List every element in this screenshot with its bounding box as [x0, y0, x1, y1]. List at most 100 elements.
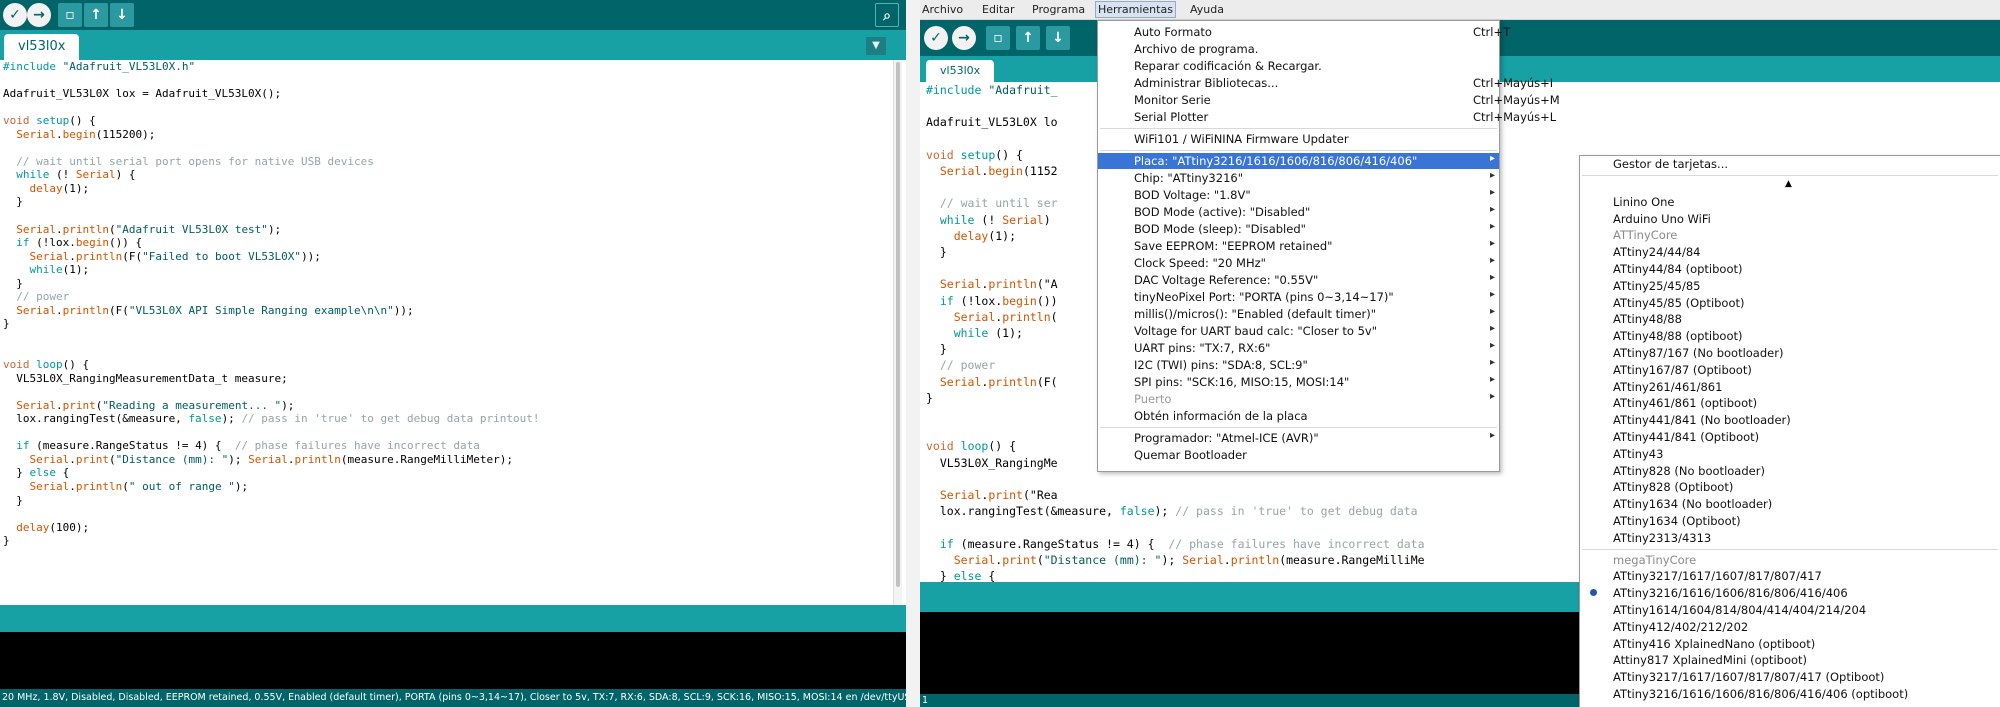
board-item[interactable]: ATtiny167/87 (Optiboot)	[1580, 362, 2000, 378]
tab-menu-icon[interactable]: ▼	[866, 37, 886, 55]
tools-menu-item[interactable]: Programador: "Atmel-ICE (AVR)" ▸	[1098, 430, 1499, 446]
board-item[interactable]: Gestor de tarjetas...	[1580, 156, 2000, 172]
board-item-label: ATtiny2313/4313	[1613, 530, 1712, 545]
open-icon[interactable]: ↑	[84, 3, 108, 27]
board-item[interactable]: ATtiny412/402/212/202	[1580, 619, 2000, 635]
code-line: Serial.print("Rea	[939, 488, 1058, 503]
tools-menu-item[interactable]: Reparar codificación & Recargar.	[1098, 58, 1499, 74]
tools-menu-item[interactable]: Placa: "ATtiny3216/1616/1606/816/806/416…	[1098, 153, 1499, 169]
open-icon[interactable]: ↑	[1016, 26, 1040, 50]
verify-icon[interactable]: ✓	[924, 26, 948, 50]
code-line: Serial.print("Distance (mm): "); Serial.…	[953, 552, 1425, 567]
tools-menu-item[interactable]: Serial Plotter Ctrl+Mayús+L	[1098, 109, 1556, 125]
board-item[interactable]: ATtiny441/841 (Optiboot)	[1580, 429, 2000, 445]
serial-monitor-icon[interactable]: ⌕	[875, 3, 899, 27]
editor-scrollbar[interactable]	[893, 60, 902, 605]
tools-menu-item[interactable]: Archivo de programa.	[1098, 41, 1499, 57]
code-editor[interactable]: #include "Adafruit_VL53L0X.h" Adafruit_V…	[0, 60, 902, 605]
tools-menu-item[interactable]: BOD Mode (active): "Disabled" ▸	[1098, 204, 1499, 220]
menu-item-label: I2C (TWI) pins: "SDA:8, SCL:9"	[1134, 358, 1308, 372]
verify-icon[interactable]: ✓	[3, 3, 27, 27]
board-item[interactable]: Attiny817 XplainedMini (optiboot)	[1580, 652, 2000, 668]
upload-icon[interactable]: →	[27, 3, 51, 27]
tools-menu-item[interactable]: BOD Voltage: "1.8V" ▸	[1098, 187, 1499, 203]
tools-menu-item[interactable]: Save EEPROM: "EEPROM retained" ▸	[1098, 238, 1499, 254]
tools-menu-item[interactable]: Voltage for UART baud calc: "Closer to 5…	[1098, 323, 1499, 339]
board-item[interactable]: ATtiny24/44/84	[1580, 244, 2000, 260]
submenu-arrow-icon: ▸	[1489, 272, 1495, 283]
board-item[interactable]: Linino One	[1580, 194, 2000, 210]
tools-menu-item[interactable]: BOD Mode (sleep): "Disabled" ▸	[1098, 221, 1499, 237]
board-item[interactable]: ATtiny25/45/85	[1580, 278, 2000, 294]
board-item[interactable]: ATtiny1634 (Optiboot)	[1580, 513, 2000, 529]
tools-menu-item[interactable]: Auto Formato Ctrl+T	[1098, 24, 1510, 40]
board-item[interactable]: ATtiny261/461/861	[1580, 379, 2000, 395]
board-item[interactable]: ATtiny3217/1617/1607/817/807/417 (Optibo…	[1580, 669, 2000, 685]
code-line: }	[3, 317, 10, 331]
board-item[interactable]: ATtiny2313/4313	[1580, 530, 2000, 546]
board-item[interactable]: ATtiny3217/1617/1607/817/807/417	[1580, 568, 2000, 584]
selected-radio-icon	[1590, 589, 1597, 597]
code-line: } else {	[926, 569, 996, 582]
menu-ayuda[interactable]: Ayuda	[1190, 3, 1224, 16]
board-item[interactable]: ATtiny461/861 (optiboot)	[1580, 395, 2000, 411]
board-item[interactable]: ATtiny1614/1604/814/804/414/404/214/204	[1580, 602, 2000, 618]
menu-herramientas[interactable]: Herramientas	[1095, 1, 1176, 18]
new-icon[interactable]: ▫	[986, 26, 1010, 50]
tab-vl53l0x[interactable]: vl53l0x	[926, 60, 995, 82]
board-item[interactable]: Arduino Uno WiFi	[1580, 211, 2000, 227]
board-item-label: ATtiny3216/1616/1606/816/806/416/406 (op…	[1613, 687, 1909, 701]
board-item[interactable]: ATtiny828 (No bootloader)	[1580, 463, 2000, 479]
board-item-label: ATtiny1614/1604/814/804/414/404/214/204	[1613, 603, 1867, 617]
board-item[interactable]: ATtiny48/88 (optiboot)	[1580, 328, 2000, 344]
tools-menu-item[interactable]: millis()/micros(): "Enabled (default tim…	[1098, 306, 1499, 322]
tools-menu-item[interactable]: SPI pins: "SCK:16, MISO:15, MOSI:14" ▸	[1098, 374, 1499, 390]
submenu-arrow-icon: ▸	[1489, 170, 1495, 181]
menu-separator	[1100, 150, 1497, 151]
board-item[interactable]: ATtiny3216/1616/1606/816/806/416/406	[1580, 585, 2000, 601]
board-item[interactable]: ATtiny87/167 (No bootloader)	[1580, 345, 2000, 361]
menu-item-shortcut: Ctrl+Mayús+I	[1473, 76, 1554, 90]
board-item[interactable]: ATtiny3216/1616/1606/816/806/416/406 (op…	[1580, 686, 2000, 702]
board-item[interactable]: ATtiny1634 (No bootloader)	[1580, 496, 2000, 512]
tools-menu-item[interactable]: Clock Speed: "20 MHz" ▸	[1098, 255, 1499, 271]
submenu-arrow-icon: ▸	[1489, 204, 1495, 215]
menu-item-label: Save EEPROM: "EEPROM retained"	[1134, 239, 1333, 253]
board-item[interactable]: ATtiny43	[1580, 446, 2000, 462]
tab-vl53l0x[interactable]: vl53l0x	[4, 34, 80, 60]
upload-icon[interactable]: →	[952, 26, 976, 50]
new-icon[interactable]: ▫	[58, 3, 82, 27]
save-icon[interactable]: ↓	[1046, 26, 1070, 50]
tools-menu-item[interactable]: I2C (TWI) pins: "SDA:8, SCL:9" ▸	[1098, 357, 1499, 373]
menu-separator	[1582, 174, 1998, 176]
board-item[interactable]: ATtiny44/84 (optiboot)	[1580, 261, 2000, 277]
board-item[interactable]: ATtiny45/85 (Optiboot)	[1580, 295, 2000, 311]
scroll-up-icon[interactable]: ▲	[1785, 179, 1792, 189]
code-line: while(1);	[29, 263, 90, 277]
board-item[interactable]: ATtiny441/841 (No bootloader)	[1580, 412, 2000, 428]
tools-dropdown-menu: Auto Formato Ctrl+T Archivo de programa. Re…	[1097, 20, 1560, 472]
submenu-arrow-icon: ▸	[1489, 323, 1495, 334]
tools-menu-item[interactable]: Quemar Bootloader	[1098, 447, 1499, 463]
menu-archivo[interactable]: Archivo	[922, 3, 963, 16]
tools-menu-item[interactable]: tinyNeoPixel Port: "PORTA (pins 0~3,14~1…	[1098, 289, 1499, 305]
tools-menu-item[interactable]: WiFi101 / WiFiNINA Firmware Updater	[1098, 131, 1499, 147]
board-item[interactable]: ATtiny828 (Optiboot)	[1580, 479, 2000, 495]
board-item-label: ATtiny87/167 (No bootloader)	[1613, 346, 1784, 360]
tools-menu-item[interactable]: Chip: "ATtiny3216" ▸	[1098, 170, 1499, 186]
board-item[interactable]: ATtiny48/88	[1580, 311, 2000, 327]
menu-item-label: Reparar codificación & Recargar.	[1134, 59, 1322, 73]
board-item[interactable]: ATtiny416 XplainedNano (optiboot)	[1580, 636, 2000, 652]
menu-item-label: Obtén información de la placa	[1134, 409, 1308, 423]
save-icon[interactable]: ↓	[110, 3, 134, 27]
board-item-label: ATtiny441/841 (Optiboot)	[1613, 430, 1760, 444]
code-line: delay(100);	[16, 520, 90, 534]
menu-editar[interactable]: Editar	[982, 3, 1015, 16]
tools-menu-item[interactable]: DAC Voltage Reference: "0.55V" ▸	[1098, 272, 1499, 288]
menu-programa[interactable]: Programa	[1032, 3, 1085, 16]
tools-menu-item[interactable]: UART pins: "TX:7, RX:6" ▸	[1098, 340, 1499, 356]
tools-menu-item[interactable]: Obtén información de la placa	[1098, 408, 1499, 424]
tools-menu-item[interactable]: Administrar Bibliotecas... Ctrl+Mayús+I	[1098, 75, 1553, 91]
tools-menu-item[interactable]: Monitor Serie Ctrl+Mayús+M	[1098, 92, 1560, 108]
board-item-label: ATtiny24/44/84	[1613, 245, 1701, 260]
